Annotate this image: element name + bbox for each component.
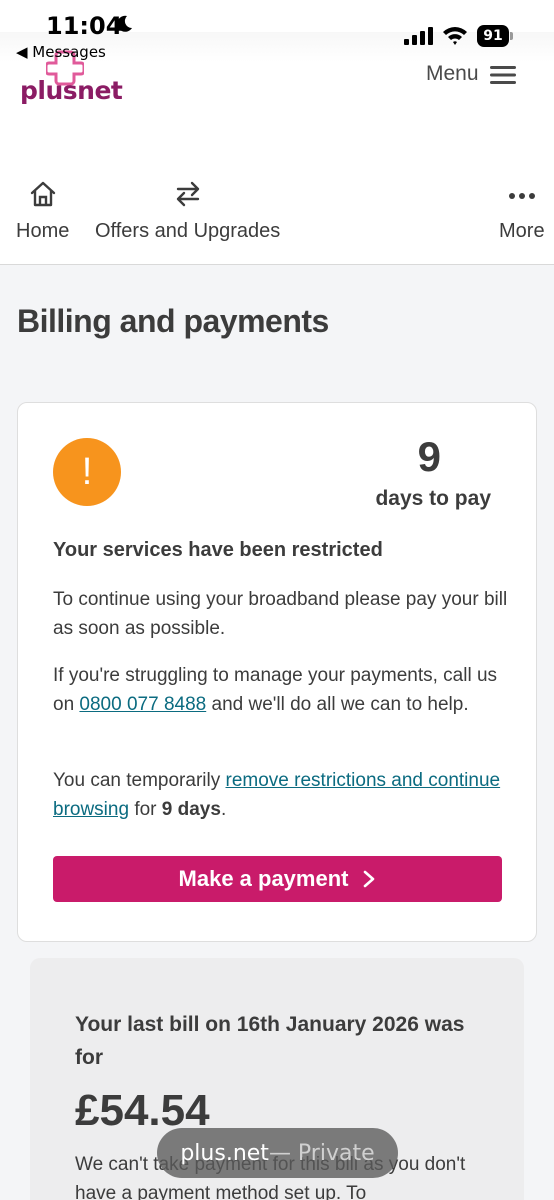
restriction-message: To continue using your broadband please … [53,589,508,639]
browser-domain: plus.net [180,1140,269,1166]
hamburger-menu-icon[interactable] [490,64,516,86]
status-time: 11:04 [46,12,123,40]
menu-button-label[interactable]: Menu [426,62,479,86]
status-bar: 11:04 ◀ Messages 91 [0,0,554,61]
last-bill-title: Your last bill on 16th January 2026 was … [75,1013,465,1069]
temporary-access-message: You can temporarily remove restrictions … [53,766,513,824]
make-payment-button[interactable]: Make a payment [53,856,502,902]
browser-url-pill[interactable]: plus.net — Private [157,1128,398,1178]
battery-level: 91 [477,25,509,47]
logo-text: plusnet [20,76,123,105]
days-to-pay-number: 9 [417,433,441,480]
restriction-alert-card: ! 9 days to pay Your services have been … [17,402,537,942]
chevron-right-icon [364,870,375,888]
wifi-icon [443,27,467,45]
temp-days-bold: 9 days [161,799,221,820]
cellular-signal-icon [404,27,433,45]
temp-text-mid: for [129,799,162,820]
nav-label-offers: Offers and Upgrades [95,220,281,242]
make-payment-label: Make a payment [178,866,349,891]
restriction-heading: Your services have been restricted [53,539,383,561]
nav-label-home: Home [16,220,70,242]
nav-item-home[interactable]: Home [16,180,69,243]
back-to-messages-link[interactable]: ◀ Messages [16,43,106,61]
browser-private-mode: — Private [268,1140,375,1166]
nav-item-offers-and-upgrades[interactable]: Offers and Upgrades [95,180,280,243]
more-dots-icon [508,193,535,199]
warning-icon: ! [53,438,121,506]
home-icon [30,181,55,207]
temp-text-after: . [220,799,227,820]
support-message: If you're struggling to manage your paym… [53,661,513,719]
page-title: Billing and payments [17,303,329,339]
primary-nav: Home Offers and Upgrades More [0,170,554,265]
moon-icon [117,15,132,32]
support-phone-link[interactable]: 0800 077 8488 [79,694,206,715]
days-to-pay-label: days to pay [375,487,491,510]
nav-label-more: More [499,220,545,242]
swap-arrows-icon [176,181,199,207]
nav-item-more[interactable]: More [499,180,545,243]
support-text-after: and we'll do all we can to help. [206,694,469,715]
battery-indicator: 91 [477,25,513,47]
temp-text-before: You can temporarily [53,770,226,791]
